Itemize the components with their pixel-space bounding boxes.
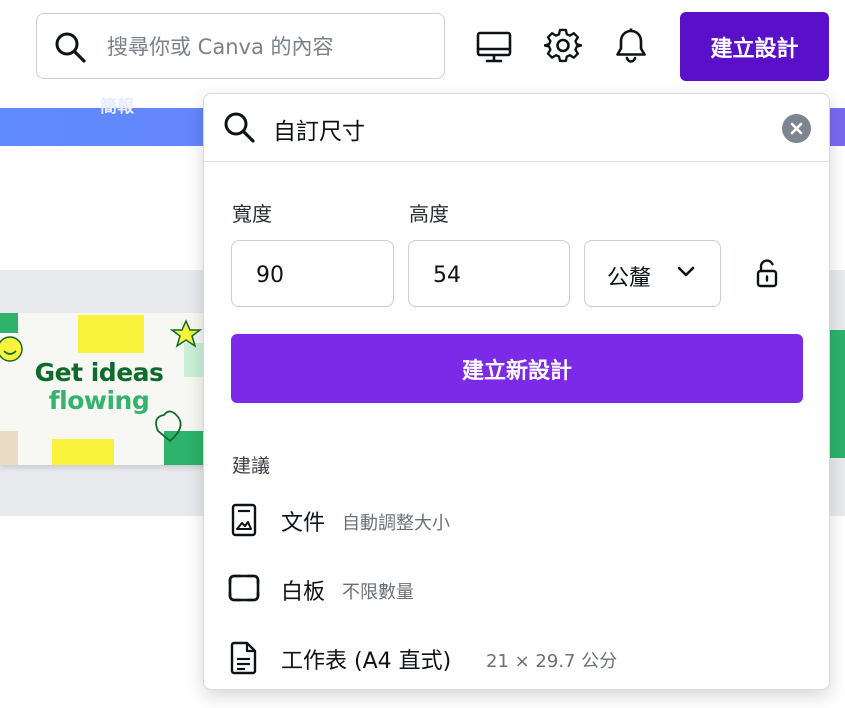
worksheet-icon — [230, 641, 257, 675]
card-line-2: flowing — [48, 386, 150, 415]
suggestion-name: 白板 — [281, 580, 326, 605]
global-search-bar[interactable] — [36, 13, 445, 79]
template-card[interactable]: Get ideas flowing — [0, 313, 212, 465]
suggestion-subtitle: 自動調整大小 — [342, 513, 450, 534]
unit-value: 公釐 — [607, 266, 652, 291]
bell-icon[interactable] — [612, 27, 650, 65]
template-card-partial[interactable] — [828, 330, 845, 458]
search-icon — [224, 112, 255, 143]
suggestion-name: 文件 — [281, 511, 326, 536]
create-design-dropdown: 自訂尺寸 寬度 高度 公釐 建立新設計 建議 文件 — [203, 93, 830, 690]
close-icon — [790, 122, 803, 135]
gear-icon[interactable] — [544, 27, 582, 65]
width-label: 寬度 — [232, 202, 272, 226]
document-icon — [231, 503, 257, 537]
design-type-search[interactable]: 自訂尺寸 — [204, 94, 829, 162]
card-headline: Get ideas flowing — [24, 359, 174, 415]
suggestion-whiteboard[interactable]: 白板 不限數量 — [220, 561, 815, 617]
suggestion-name: 工作表 (A4 直式) — [281, 649, 452, 674]
suggestion-subtitle: 不限數量 — [342, 582, 414, 603]
unit-select[interactable]: 公釐 — [584, 240, 721, 307]
monitor-icon[interactable] — [475, 28, 513, 66]
whiteboard-icon — [228, 574, 260, 602]
search-icon — [55, 32, 86, 63]
suggestion-worksheet[interactable]: 工作表 (A4 直式) 21 × 29.7 公分 — [220, 630, 815, 686]
create-new-design-button[interactable]: 建立新設計 — [231, 334, 803, 403]
width-field[interactable] — [231, 240, 394, 307]
height-label: 高度 — [409, 202, 449, 226]
card-line-1: Get ideas — [34, 358, 164, 387]
height-field[interactable] — [408, 240, 570, 307]
chevron-down-icon — [677, 266, 695, 277]
suggestion-subtitle: 21 × 29.7 公分 — [486, 651, 618, 672]
suggestions-heading: 建議 — [232, 455, 271, 477]
banner-label: 簡報 — [100, 97, 134, 117]
design-search-value[interactable]: 自訂尺寸 — [273, 112, 365, 146]
width-input[interactable] — [254, 257, 368, 293]
unlock-icon[interactable] — [754, 258, 780, 288]
create-design-button[interactable]: 建立設計 — [680, 12, 829, 81]
clear-search-button[interactable] — [782, 114, 811, 143]
suggestion-document[interactable]: 文件 自動調整大小 — [220, 492, 815, 548]
global-search-input[interactable] — [105, 28, 429, 66]
height-input[interactable] — [431, 257, 545, 293]
